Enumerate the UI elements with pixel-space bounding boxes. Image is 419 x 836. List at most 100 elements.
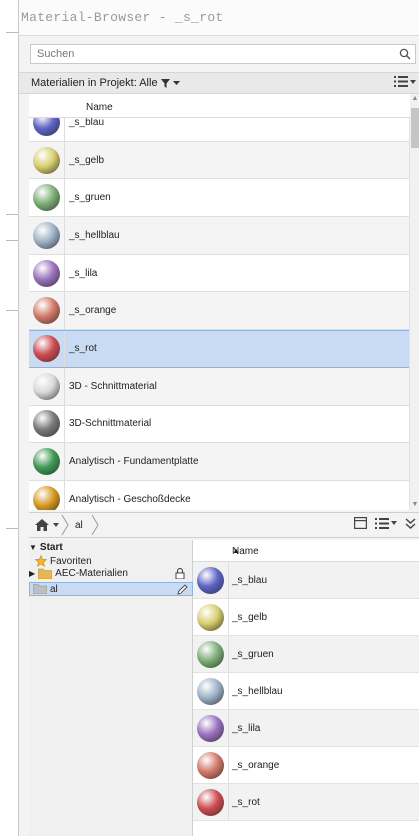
material-sphere-icon [33, 221, 60, 249]
project-materials-list: _s_blau _s_gelb _s_gruen _s_hellblau _s_lila… [29, 94, 419, 510]
library-materials-list: Name ▲ _s_blau _s_gelb _s_gruen _s_hellblau… [193, 540, 419, 836]
scroll-up-icon[interactable]: ▲ [411, 94, 419, 104]
library-view-options-icon[interactable] [375, 517, 397, 529]
material-row-3d-schnittmaterial[interactable]: 3D-Schnittmaterial [29, 405, 410, 444]
material-row-s-rot[interactable]: _s_rot [29, 330, 410, 368]
material-sphere-icon [33, 184, 60, 212]
library-material-name: _s_gruen [232, 648, 274, 660]
material-thumbnail [29, 331, 65, 367]
library-tree: ▼ Start Favoriten ▶ AEC-Materialien al [29, 540, 193, 836]
tree-al-label: al [50, 583, 58, 595]
material-row-s-lila[interactable]: _s_lila [29, 254, 410, 293]
material-name: _s_lila [69, 267, 98, 279]
material-thumbnail [29, 405, 65, 443]
project-list-header: Name [29, 94, 410, 118]
collapse-chevrons-icon[interactable] [405, 517, 416, 529]
material-sphere-icon [33, 372, 60, 400]
material-sphere-icon [33, 335, 60, 363]
project-materials-rows: _s_blau _s_gelb _s_gruen _s_hellblau _s_lila… [29, 104, 410, 510]
material-row-analytisch-gescho-decke[interactable]: Analytisch - Geschoßdecke [29, 480, 410, 510]
material-name: _s_blau [69, 116, 105, 128]
library-row-s-orange[interactable]: _s_orange [193, 747, 419, 784]
home-dropdown-icon[interactable] [53, 523, 59, 527]
library-row-s-rot[interactable]: _s_rot [193, 784, 419, 821]
tree-node-favorites[interactable]: Favoriten [35, 555, 92, 567]
library-nav-bar: al [29, 512, 419, 538]
tree-node-aec-materials[interactable]: ▶ AEC-Materialien [29, 568, 189, 579]
library-row-s-gelb[interactable]: _s_gelb [193, 599, 419, 636]
breadcrumb-separator-icon [61, 514, 69, 536]
material-thumbnail [29, 292, 65, 330]
library-materials-rows: _s_blau _s_gelb _s_gruen _s_hellblau _s_lila… [193, 562, 419, 821]
material-sphere-icon [33, 297, 60, 325]
tree-node-start[interactable]: ▼ Start [29, 542, 63, 553]
library-material-name: _s_orange [232, 759, 280, 771]
tree-aec-label: AEC-Materialien [55, 568, 128, 579]
lock-icon [175, 568, 185, 579]
breadcrumb: al [29, 513, 99, 537]
material-sphere-icon [197, 640, 224, 668]
material-thumbnail [29, 141, 65, 179]
project-filter-label[interactable]: Materialien in Projekt: Alle [31, 77, 158, 89]
material-thumbnail [29, 179, 65, 217]
search-input[interactable] [31, 45, 395, 63]
material-row-s-hellblau[interactable]: _s_hellblau [29, 217, 410, 255]
material-sphere-icon [33, 259, 60, 287]
filter-bar: Materialien in Projekt: Alle [19, 72, 419, 94]
material-sphere-icon [197, 714, 224, 742]
scroll-down-icon[interactable]: ▼ [411, 500, 419, 510]
filter-dropdown-icon[interactable] [172, 80, 180, 86]
material-browser-window: Material-Browser - _s_rot Materialien in… [18, 0, 419, 836]
material-thumbnail [29, 443, 65, 480]
material-sphere-icon [197, 603, 224, 631]
material-thumbnail [29, 217, 65, 254]
library-thumbnail [193, 673, 229, 709]
material-row-s-gelb[interactable]: _s_gelb [29, 141, 410, 180]
material-name: _s_orange [69, 305, 117, 317]
library-thumbnail [193, 710, 229, 746]
material-row-s-orange[interactable]: _s_orange [29, 292, 410, 331]
library-row-s-blau[interactable]: _s_blau [193, 562, 419, 599]
tree-expanded-icon[interactable]: ▼ [29, 543, 37, 552]
library-material-name: _s_blau [232, 574, 268, 586]
material-row-analytisch-fundamentplatte[interactable]: Analytisch - Fundamentplatte [29, 443, 410, 481]
title-bar[interactable]: Material-Browser - _s_rot [19, 0, 419, 36]
view-options-dropdown-icon[interactable] [410, 79, 416, 84]
home-icon[interactable] [35, 519, 49, 531]
material-name: Analytisch - Fundamentplatte [69, 456, 199, 468]
library-thumbnail [193, 562, 229, 598]
material-sphere-icon [33, 146, 60, 174]
view-options-icon[interactable] [394, 76, 408, 87]
scrollbar-thumb[interactable] [411, 108, 419, 148]
material-sphere-icon [33, 485, 60, 510]
tree-collapsed-icon[interactable]: ▶ [29, 569, 35, 578]
material-row-s-gruen[interactable]: _s_gruen [29, 179, 410, 218]
edit-pencil-icon[interactable] [177, 583, 188, 595]
background-drawing-edge [0, 0, 18, 836]
material-name: 3D - Schnittmaterial [69, 380, 157, 392]
library-row-s-lila[interactable]: _s_lila [193, 710, 419, 747]
sort-ascending-icon[interactable]: ▲ [232, 546, 416, 555]
breadcrumb-current[interactable]: al [75, 520, 83, 531]
vertical-scrollbar[interactable]: ▲ ▼ [409, 94, 419, 510]
material-name: Analytisch - Geschoßdecke [69, 493, 191, 505]
tree-node-al[interactable]: al [29, 582, 193, 596]
search-icon[interactable] [395, 45, 415, 63]
material-row-3d-schnittmaterial[interactable]: 3D - Schnittmaterial [29, 367, 410, 406]
library-thumbnail [193, 784, 229, 820]
column-header-name[interactable]: Name [86, 102, 113, 113]
library-row-s-gruen[interactable]: _s_gruen [193, 636, 419, 673]
material-sphere-icon [197, 788, 224, 816]
material-name: _s_gruen [69, 192, 111, 204]
breadcrumb-end-separator-icon [91, 514, 99, 536]
star-icon [35, 555, 47, 567]
folder-icon [38, 568, 53, 579]
panel-toggle-icon[interactable] [354, 517, 367, 529]
material-thumbnail [29, 367, 65, 405]
library-row-s-hellblau[interactable]: _s_hellblau [193, 673, 419, 710]
library-area: ▼ Start Favoriten ▶ AEC-Materialien al N… [29, 540, 419, 836]
library-thumbnail [193, 636, 229, 672]
filter-funnel-icon[interactable] [160, 78, 170, 88]
library-material-name: _s_gelb [232, 611, 268, 623]
material-name: _s_rot [69, 343, 97, 355]
